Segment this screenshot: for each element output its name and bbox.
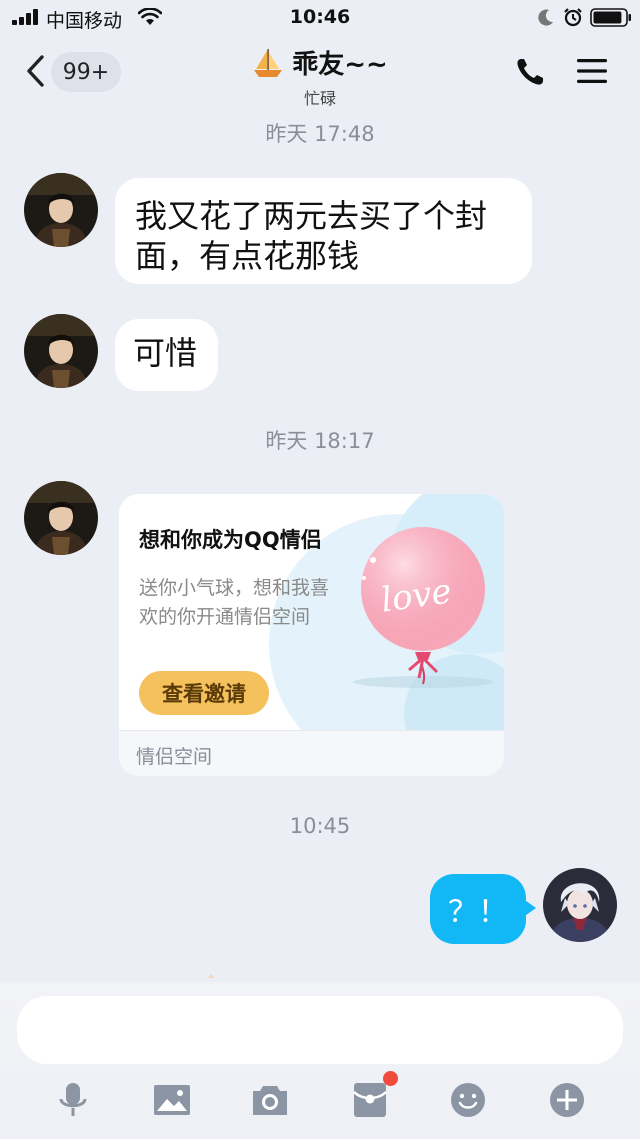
battery-icon (590, 8, 631, 27)
camera-icon (253, 1086, 287, 1115)
contact-avatar-image (24, 481, 98, 555)
image-icon (154, 1085, 190, 1115)
contact-avatar-image (24, 173, 98, 247)
view-invite-button[interactable]: 查看邀请 (139, 671, 269, 715)
message-timestamp: 10:45 (289, 814, 351, 838)
more-plus-button[interactable] (547, 1080, 587, 1120)
message-bubble[interactable]: 可惜 (115, 319, 218, 391)
menu-icon[interactable] (576, 58, 608, 84)
emoji-icon (451, 1083, 485, 1117)
message-text-line: 面，有点花那钱 (135, 237, 360, 275)
message-bubble[interactable]: 我又花了两元去买了个封 面，有点花那钱 (115, 178, 532, 284)
contact-avatar[interactable] (24, 173, 98, 247)
red-packet-icon (353, 1083, 387, 1117)
contact-name: 乖友~~ (292, 50, 388, 80)
message-timestamp: 昨天 18:17 (265, 429, 375, 453)
status-bar: 中国移动 10:46 (0, 0, 640, 34)
message-text-line: 我又花了两元去买了个封 (135, 197, 488, 235)
card-description: 送你小气球，想和我喜欢的你开通情侣空间 (139, 577, 330, 628)
self-message-bubble[interactable]: ？！ (430, 874, 526, 944)
card-source-label: 情侣空间 (119, 730, 504, 776)
phone-icon[interactable] (514, 56, 546, 88)
message-timestamp: 昨天 17:48 (265, 122, 375, 146)
microphone-button[interactable] (53, 1080, 93, 1120)
contact-avatar-image (24, 314, 98, 388)
self-avatar-image (543, 868, 617, 942)
message-input[interactable] (17, 996, 623, 1064)
message-text: ？！ (448, 895, 508, 930)
notification-dot (383, 1071, 398, 1086)
emoji-button[interactable] (448, 1080, 488, 1120)
plus-icon (550, 1083, 584, 1117)
contact-status: 忙碌 (303, 88, 336, 108)
card-title: 想和你成为QQ情侣 (139, 528, 322, 552)
message-text: 可惜 (133, 334, 198, 372)
contact-avatar[interactable] (24, 314, 98, 388)
microphone-icon (59, 1083, 87, 1116)
contact-avatar[interactable] (24, 481, 98, 555)
self-avatar[interactable] (543, 868, 617, 942)
sailboat-icon (254, 48, 283, 77)
input-panel (0, 982, 640, 1139)
bubble-tail (522, 898, 536, 918)
chat-header: 99+ 乖友~~ 忙碌 (0, 34, 640, 110)
red-packet-button[interactable] (350, 1080, 390, 1120)
image-button[interactable] (152, 1080, 192, 1120)
do-not-disturb-moon-icon (538, 9, 553, 26)
couple-space-invite-card[interactable]: love 想和你成为QQ情侣 送你小气球，想和我喜欢的你开通情侣空间 查看邀请 … (119, 494, 504, 776)
alarm-clock-icon (564, 8, 582, 27)
camera-button[interactable] (250, 1080, 290, 1120)
